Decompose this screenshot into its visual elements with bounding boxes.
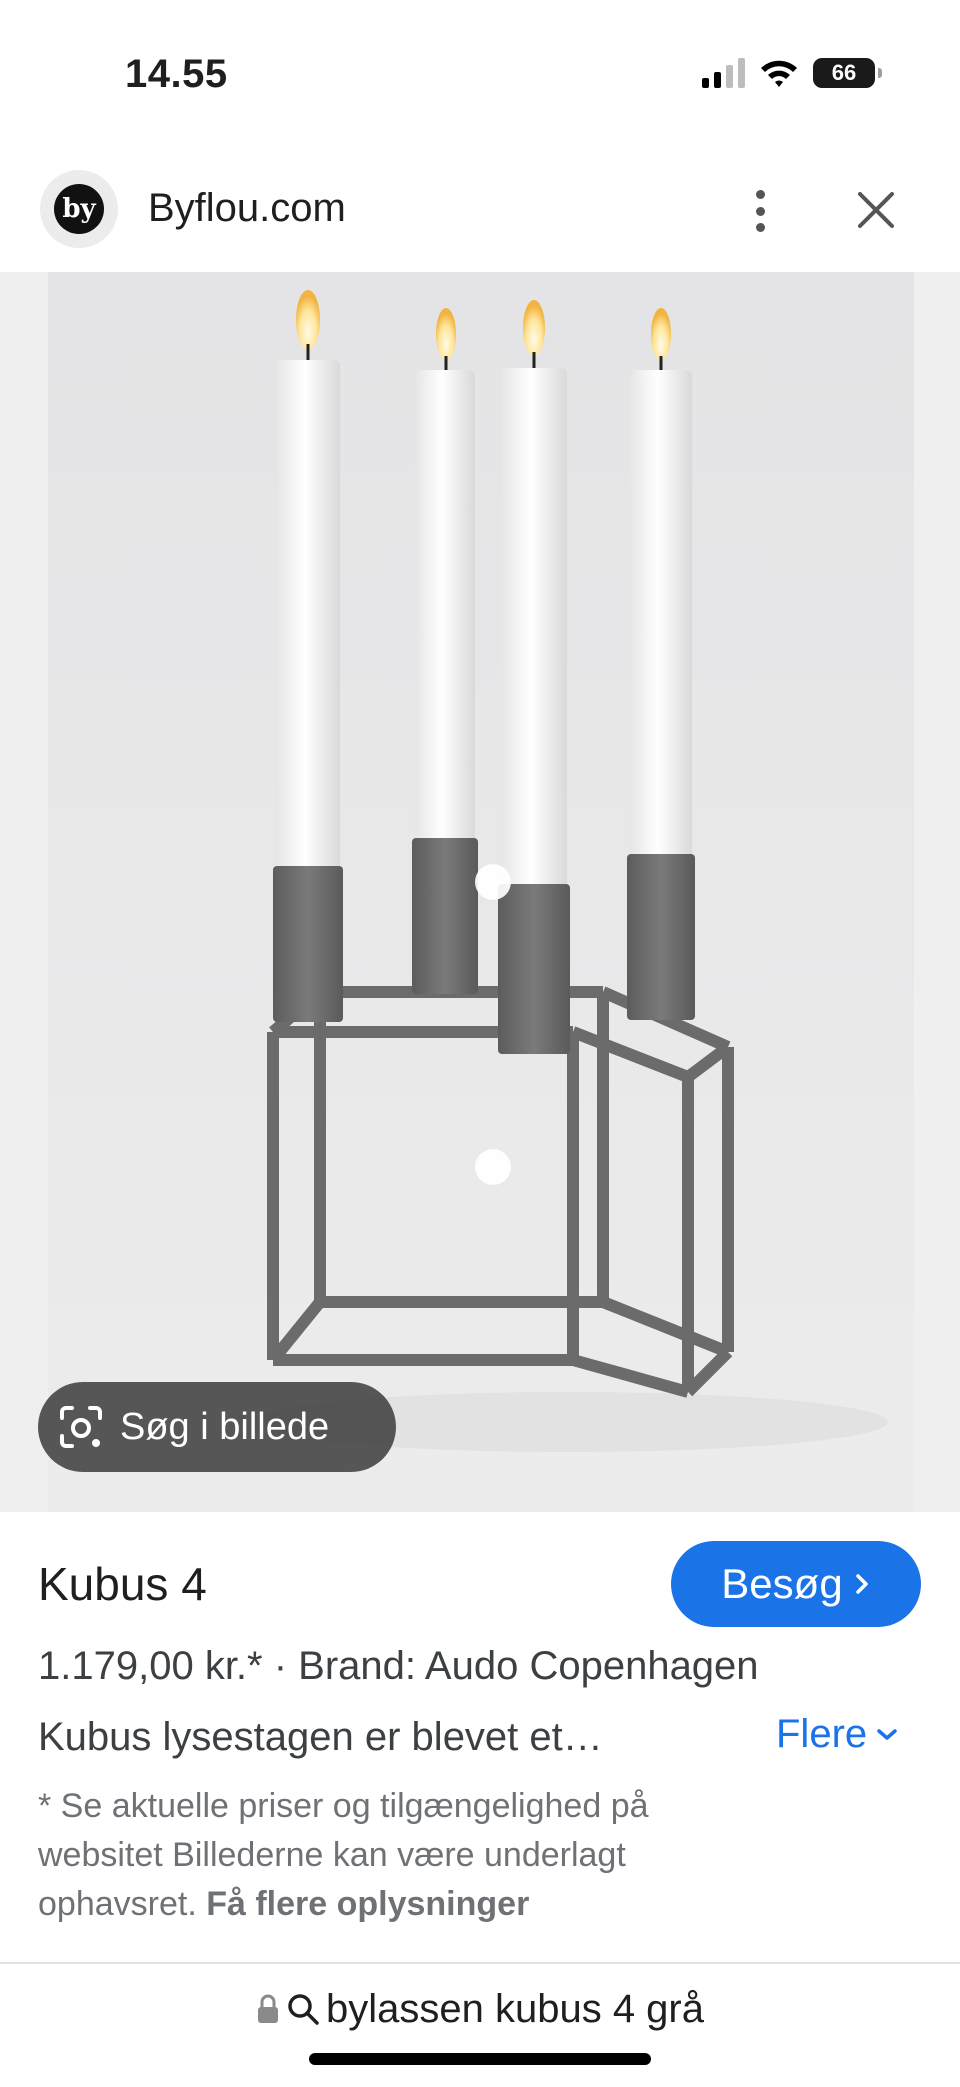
product-title: Kubus 4 — [38, 1558, 207, 1610]
disclaimer: * Se aktuelle priser og tilgængelighed p… — [38, 1782, 738, 1929]
status-bar: 14.55 66 — [0, 0, 960, 150]
home-indicator[interactable] — [309, 2053, 651, 2065]
site-logo-text: by — [54, 184, 104, 234]
lock-icon — [257, 1994, 278, 2023]
image-viewer[interactable] — [0, 272, 960, 1512]
close-icon[interactable] — [848, 182, 904, 238]
site-header: by Byflou.com — [0, 160, 960, 272]
lens-icon — [60, 1406, 102, 1448]
site-logo: by — [40, 170, 118, 248]
battery-level: 66 — [831, 60, 857, 85]
wifi-icon — [761, 60, 797, 87]
more-toggle-label: Flere — [776, 1712, 868, 1756]
product-details: Kubus 4 Besøg 1.179,00 kr.* · Brand: Aud… — [0, 1512, 960, 1962]
divider — [0, 1962, 960, 1964]
product-description: Kubus lysestagen er blevet et… — [38, 1715, 603, 1759]
signal-icon — [702, 58, 745, 88]
status-icons: 66 — [702, 58, 882, 88]
site-name[interactable]: Byflou.com — [148, 186, 346, 231]
search-icon — [288, 1994, 319, 2025]
more-toggle[interactable]: Flere — [776, 1712, 899, 1757]
search-in-image-button[interactable]: Søg i billede — [38, 1382, 396, 1472]
search-in-image-label: Søg i billede — [120, 1405, 330, 1448]
chevron-down-icon — [877, 1728, 897, 1740]
address-query: bylassen kubus 4 grå — [325, 1986, 704, 2031]
status-time: 14.55 — [125, 52, 228, 96]
visit-button-label: Besøg — [721, 1560, 843, 1607]
more-info-link[interactable]: Få flere oplysninger — [206, 1885, 529, 1923]
product-image — [48, 272, 914, 1512]
visit-button[interactable]: Besøg — [671, 1541, 921, 1627]
more-vert-icon[interactable] — [740, 182, 780, 240]
price-brand-line: 1.179,00 kr.* · Brand: Audo Copenhagen — [38, 1644, 759, 1688]
chevron-right-icon — [855, 1574, 868, 1594]
battery-icon: 66 — [813, 58, 882, 88]
address-bar[interactable]: bylassen kubus 4 grå — [0, 1978, 960, 2040]
